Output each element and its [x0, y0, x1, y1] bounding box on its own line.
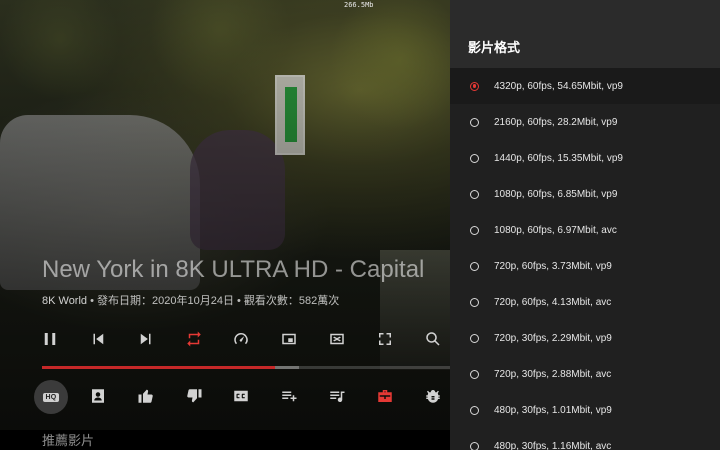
add-to-playlist-icon — [282, 391, 297, 402]
format-option[interactable]: 1080p, 60fps, 6.85Mbit, vp9 — [450, 176, 720, 212]
radio-unselected-icon — [470, 441, 479, 450]
subtitles-button[interactable] — [229, 384, 253, 408]
subtitles-icon — [234, 390, 248, 402]
close-box-icon — [330, 333, 344, 345]
format-option-label: 720p, 30fps, 2.88Mbit, avc — [494, 368, 612, 380]
video-format-panel: 影片格式 4320p, 60fps, 54.65Mbit, vp9 2160p, … — [450, 0, 720, 450]
seek-bar[interactable] — [42, 366, 450, 369]
radio-unselected-icon — [470, 189, 479, 199]
format-option-label: 1080p, 60fps, 6.85Mbit, vp9 — [494, 188, 618, 200]
format-option[interactable]: 480p, 30fps, 1.01Mbit, vp9 — [450, 392, 720, 428]
video-meta: 8K World • 發布日期：2020年10月24日 • 觀看次數：582萬次 — [42, 292, 339, 308]
radio-unselected-icon — [470, 261, 479, 271]
radio-unselected-icon — [470, 225, 479, 235]
format-option[interactable]: 720p, 30fps, 2.88Mbit, avc — [450, 356, 720, 392]
hq-icon: HQ — [42, 392, 60, 402]
radio-unselected-icon — [470, 369, 479, 379]
add-to-playlist-button[interactable] — [277, 384, 301, 408]
like-button[interactable] — [134, 384, 158, 408]
format-option-label: 720p, 60fps, 4.13Mbit, avc — [494, 296, 612, 308]
format-option-label: 480p, 30fps, 1.16Mbit, avc — [494, 440, 612, 450]
bug-report-button[interactable] — [421, 384, 445, 408]
radio-unselected-icon — [470, 153, 479, 163]
speed-icon — [234, 333, 248, 345]
search-button[interactable] — [421, 327, 445, 351]
bug-report-icon — [426, 390, 440, 403]
channel-name[interactable]: 8K World — [42, 295, 87, 307]
skip-next-icon — [140, 333, 151, 345]
radio-unselected-icon — [470, 297, 479, 307]
format-option[interactable]: 720p, 60fps, 4.13Mbit, avc — [450, 284, 720, 320]
search-icon — [426, 332, 440, 346]
radio-unselected-icon — [470, 405, 479, 415]
format-option[interactable]: 480p, 30fps, 1.16Mbit, avc — [450, 428, 720, 450]
data-rate-readout: 266.5Mb — [344, 1, 374, 9]
format-option-label: 1440p, 60fps, 15.35Mbit, vp9 — [494, 152, 623, 164]
like-icon — [138, 389, 153, 403]
video-publish-info: • 發布日期：2020年10月24日 • 觀看次數：582萬次 — [87, 295, 340, 307]
subscribe-toolbox-button[interactable] — [373, 384, 397, 408]
close-box-button[interactable] — [325, 327, 349, 351]
playlist-music-icon — [330, 391, 345, 403]
format-option[interactable]: 720p, 30fps, 2.29Mbit, vp9 — [450, 320, 720, 356]
picture-in-picture-button[interactable] — [277, 327, 301, 351]
radio-unselected-icon — [470, 333, 479, 343]
channel-account-icon — [92, 389, 104, 403]
seek-bar-buffered — [274, 366, 300, 369]
format-option-label: 720p, 60fps, 3.73Mbit, vp9 — [494, 260, 612, 272]
skip-previous-icon — [93, 333, 104, 345]
repeat-button[interactable] — [182, 327, 206, 351]
dislike-button[interactable] — [182, 384, 206, 408]
channel-account-button[interactable] — [86, 384, 110, 408]
picture-in-picture-icon — [282, 333, 296, 345]
skip-next-button[interactable] — [134, 327, 158, 351]
playlist-music-button[interactable] — [325, 384, 349, 408]
format-option-label: 4320p, 60fps, 54.65Mbit, vp9 — [494, 80, 623, 92]
recommendations-heading: 推薦影片 — [42, 433, 95, 448]
fullscreen-icon — [379, 333, 391, 345]
format-option[interactable]: 2160p, 60fps, 28.2Mbit, vp9 — [450, 104, 720, 140]
format-option[interactable]: 4320p, 60fps, 54.65Mbit, vp9 — [450, 68, 720, 104]
format-option[interactable]: 1080p, 60fps, 6.97Mbit, avc — [450, 212, 720, 248]
format-option-label: 480p, 30fps, 1.01Mbit, vp9 — [494, 404, 612, 416]
seek-bar-played — [42, 366, 275, 369]
panel-title: 影片格式 — [450, 0, 720, 68]
subscribe-toolbox-icon — [378, 390, 392, 402]
radio-selected-icon — [470, 81, 479, 91]
repeat-icon — [187, 331, 201, 347]
speed-button[interactable] — [229, 327, 253, 351]
skip-previous-button[interactable] — [86, 327, 110, 351]
format-option[interactable]: 720p, 60fps, 3.73Mbit, vp9 — [450, 248, 720, 284]
dislike-icon — [187, 389, 202, 403]
pause-button[interactable] — [38, 327, 62, 351]
format-option-label: 720p, 30fps, 2.29Mbit, vp9 — [494, 332, 612, 344]
format-option[interactable]: 1440p, 60fps, 15.35Mbit, vp9 — [450, 140, 720, 176]
format-option-label: 1080p, 60fps, 6.97Mbit, avc — [494, 224, 617, 236]
hq-quality-button[interactable]: HQ — [34, 380, 68, 414]
radio-unselected-icon — [470, 117, 479, 127]
video-title: New York in 8K ULTRA HD - Capital — [42, 256, 425, 283]
format-option-label: 2160p, 60fps, 28.2Mbit, vp9 — [494, 116, 618, 128]
fullscreen-button[interactable] — [373, 327, 397, 351]
pause-icon — [44, 333, 56, 345]
